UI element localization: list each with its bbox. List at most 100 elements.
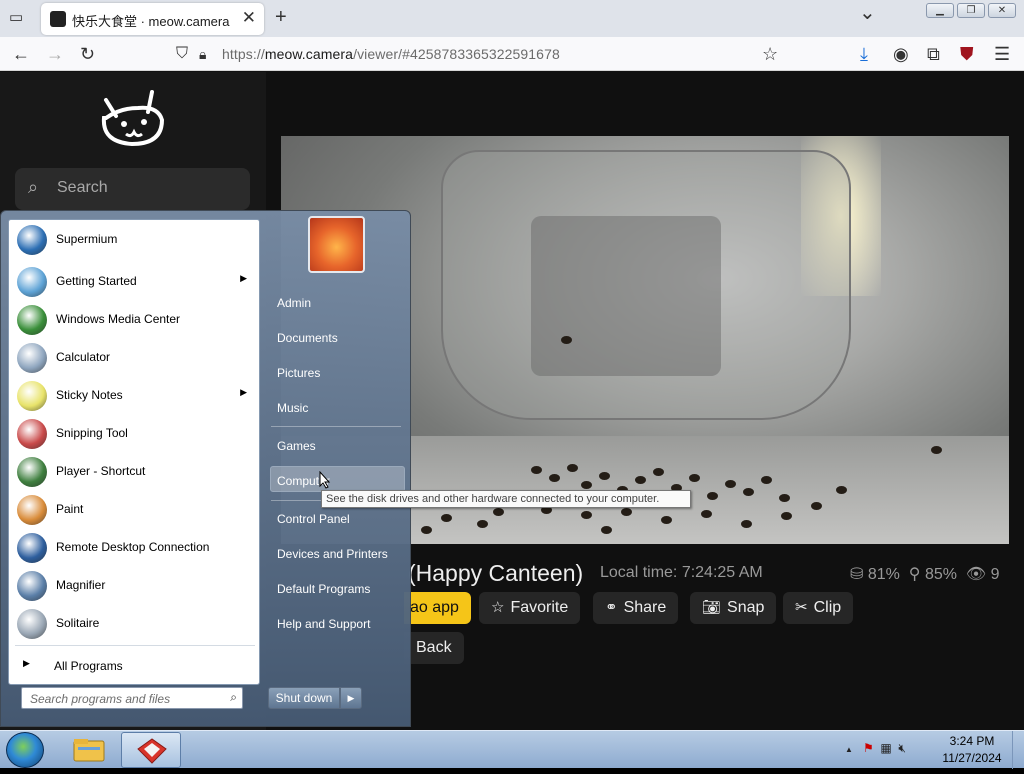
search-icon: ⌕ (28, 177, 39, 197)
scissors-icon: ✂ (795, 599, 808, 616)
start-menu-place-item[interactable]: Default Programs (277, 582, 370, 596)
star-icon[interactable]: ☆ (762, 43, 778, 65)
program-item[interactable]: Remote Desktop Connection (13, 530, 257, 566)
forward-icon[interactable]: → (46, 43, 64, 65)
back-button[interactable]: Back (404, 632, 464, 664)
player-icon (17, 457, 47, 487)
program-item[interactable]: Solitaire (13, 606, 257, 642)
extensions-icon[interactable]: ⧉ (927, 43, 940, 65)
explorer-taskbar-icon[interactable] (66, 733, 112, 767)
food-level: 81% (867, 566, 900, 583)
start-orb-icon[interactable] (6, 732, 44, 768)
program-item[interactable]: Supermium (13, 222, 257, 258)
viewers-icon: 👁︎ (965, 566, 987, 583)
program-label: Magnifier (56, 578, 106, 592)
favorite-button[interactable]: ☆ Favorite (479, 592, 581, 624)
program-item[interactable]: Snipping Tool (13, 416, 257, 452)
program-label: Getting Started (56, 274, 137, 288)
search-icon[interactable]: ⌕ (230, 690, 237, 705)
all-programs-item[interactable]: ▶ All Programs (13, 652, 257, 680)
start-menu-place-item[interactable]: Music (277, 401, 308, 415)
start-search-input[interactable]: Search programs and files ⌕ (21, 687, 243, 709)
local-time: Local time: 7:24:25 AM (600, 564, 763, 581)
program-label: Windows Media Center (56, 312, 181, 326)
shutdown-button[interactable]: Shut down (268, 687, 340, 709)
programs-separator (15, 645, 255, 646)
program-label: Sticky Notes (56, 388, 123, 402)
back-icon[interactable]: ← (12, 43, 30, 65)
program-item[interactable]: Magnifier (13, 568, 257, 604)
share-button[interactable]: ⚭ Share (593, 592, 679, 624)
program-label: Solitaire (56, 616, 100, 630)
program-item[interactable]: Getting Started ▶ (13, 264, 257, 300)
site-search-input[interactable]: ⌕ Search (15, 168, 250, 210)
program-item[interactable]: Player - Shortcut (13, 454, 257, 490)
program-item[interactable]: Sticky Notes ▶ (13, 378, 257, 414)
start-menu-place-item[interactable]: Documents (277, 331, 338, 345)
program-label: Supermium (56, 232, 118, 246)
program-item[interactable]: Paint (13, 492, 257, 528)
supermium-taskbar-icon (137, 738, 167, 764)
clip-button[interactable]: ✂ Clip (783, 592, 854, 624)
camera-stats: ⛁ 81% ⚲ 85% 👁︎ 9 (850, 564, 1000, 584)
app-button[interactable]: ao app (404, 592, 471, 624)
tray-expand-icon[interactable]: ▲ (845, 745, 853, 754)
url-path: /viewer/#4258783365322591678 (353, 46, 560, 62)
remote-desktop-icon (17, 533, 47, 563)
video-feeder-inner (531, 216, 721, 376)
account-icon[interactable]: ◉ (893, 43, 909, 65)
url-prefix: https:// (222, 46, 265, 62)
start-menu-place-item[interactable]: Help and Support (277, 617, 370, 631)
action-center-icon[interactable]: ⚑ (863, 741, 874, 755)
new-tab-icon[interactable]: + (275, 6, 287, 28)
minimize-button[interactable]: ▁ (926, 3, 954, 18)
shield-icon[interactable]: ⛉ (176, 43, 188, 65)
browser-taskbar-button[interactable] (121, 732, 181, 768)
supermium-icon (17, 225, 47, 255)
start-menu-programs-panel: Supermium Getting Started ▶ Windows Media C… (8, 219, 260, 685)
reload-icon[interactable]: ↻ (80, 43, 95, 65)
lock-icon[interactable]: 🔒︎ (199, 43, 206, 65)
start-menu-place-item[interactable]: Control Panel (277, 512, 350, 526)
cat-logo-icon[interactable] (98, 88, 168, 150)
calculator-icon (17, 343, 47, 373)
maximize-button[interactable]: ❐ (957, 3, 985, 18)
program-item[interactable]: Windows Media Center (13, 302, 257, 338)
menu-icon[interactable]: ☰ (994, 43, 1010, 65)
volume-muted-icon[interactable]: 🔇︎ (898, 741, 906, 755)
camera-icon: 📷︎ (702, 599, 722, 616)
tab-close-icon[interactable]: ✕ (242, 8, 256, 28)
start-menu-place-item[interactable]: Devices and Printers (277, 547, 388, 561)
submenu-arrow-icon[interactable]: ▶ (240, 273, 247, 284)
clock-time[interactable]: 3:24 PM (940, 734, 1004, 748)
places-separator (271, 426, 401, 427)
ublock-icon[interactable]: ⛊ (960, 43, 974, 65)
close-window-button[interactable]: ✕ (988, 3, 1016, 18)
submenu-arrow-icon[interactable]: ▶ (240, 387, 247, 398)
show-desktop-button[interactable] (1012, 731, 1024, 769)
tab-overview-icon[interactable]: ▭ (9, 7, 23, 29)
start-search-placeholder: Search programs and files (30, 692, 171, 706)
program-item[interactable]: Calculator (13, 340, 257, 376)
url-bar[interactable]: https://meow.camera/viewer/#425878336532… (222, 46, 560, 62)
snap-button[interactable]: 📷︎ Snap (690, 592, 777, 624)
program-label: Player - Shortcut (56, 464, 146, 478)
start-menu-place-item[interactable]: Games (277, 439, 316, 453)
start-menu-place-item[interactable]: Admin (277, 296, 311, 310)
app-button-label: ao app (410, 599, 459, 616)
download-icon[interactable]: ⤓ (860, 43, 868, 65)
computer-tooltip: See the disk drives and other hardware c… (321, 490, 691, 508)
star-outline-icon: ☆ (491, 599, 505, 616)
shutdown-options-arrow-icon[interactable]: ▶ (340, 687, 362, 709)
share-label: Share (623, 599, 667, 616)
user-avatar[interactable] (308, 216, 365, 273)
network-icon[interactable]: ▦ (880, 741, 891, 755)
browser-tab[interactable]: 快乐大食堂 · meow.camera ✕ (41, 3, 264, 35)
paint-icon (17, 495, 47, 525)
start-menu-place-item[interactable]: Pictures (277, 366, 320, 380)
clock-date[interactable]: 11/27/2024 (940, 751, 1004, 765)
taskbar: ▲ ⚑ ▦ 🔇︎ 3:24 PM 11/27/2024 (0, 730, 1024, 769)
food-icon: ⛁ (850, 566, 864, 583)
solitaire-icon (17, 609, 47, 639)
tab-list-icon[interactable]: ⌄ (859, 2, 876, 24)
